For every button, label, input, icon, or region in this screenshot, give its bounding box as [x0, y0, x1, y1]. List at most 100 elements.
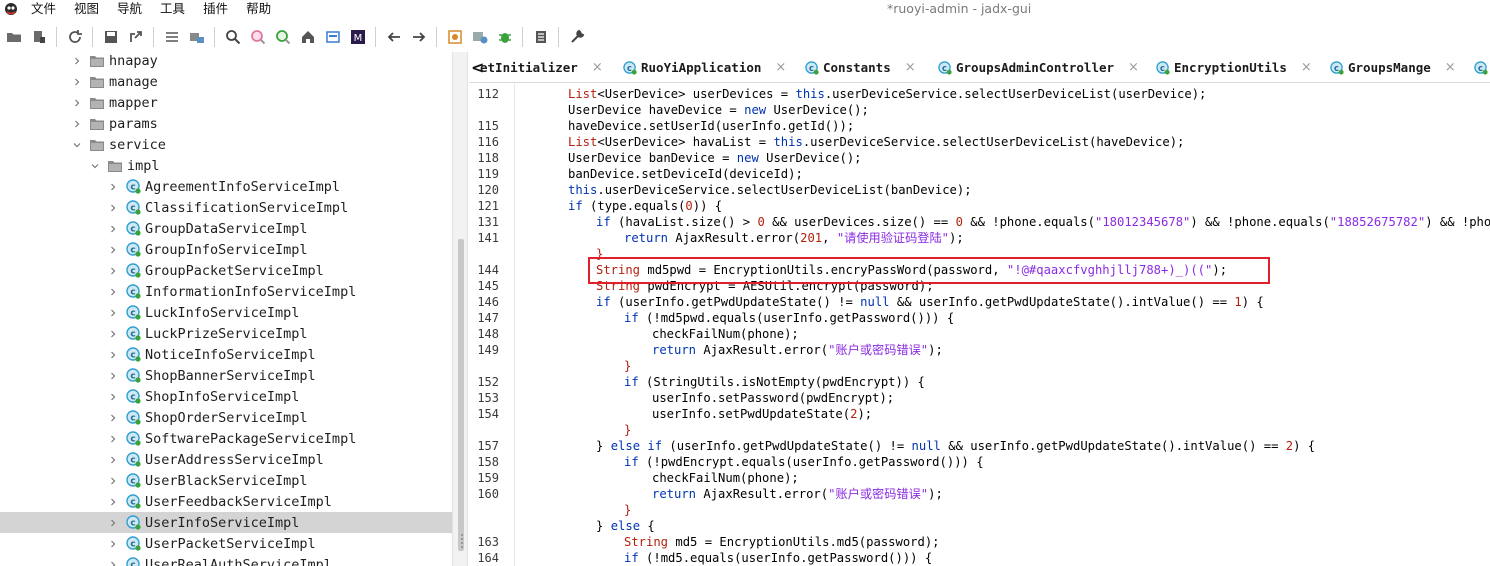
- chevron-down-icon[interactable]: [90, 161, 100, 171]
- tree-class-item[interactable]: c ShopInfoServiceImpl: [0, 386, 452, 407]
- code-editor[interactable]: 112 List<UserDevice> userDevices = this.u…: [469, 84, 1490, 566]
- tree-class-item[interactable]: c ShopBannerServiceImpl: [0, 365, 452, 386]
- find-usage-button[interactable]: [271, 25, 294, 49]
- editor-tab[interactable]: c GroupsMange ×: [1330, 52, 1456, 82]
- chevron-right-icon[interactable]: [108, 413, 118, 423]
- project-tree[interactable]: hnapay manage mapper params service impl c Agre…: [0, 52, 452, 566]
- menu-item-2[interactable]: 导航: [108, 0, 151, 17]
- code-line[interactable]: if (StringUtils.isNotEmpty(pwdEncrypt)) …: [624, 374, 925, 390]
- tab-close-icon[interactable]: ×: [1128, 60, 1139, 75]
- tree-class-item[interactable]: c UserBlackServiceImpl: [0, 470, 452, 491]
- code-line[interactable]: } else if (userInfo.getPwdUpdateState() …: [596, 438, 1315, 454]
- chevron-right-icon[interactable]: [108, 329, 118, 339]
- chevron-right-icon[interactable]: [108, 308, 118, 318]
- chevron-right-icon[interactable]: [72, 77, 82, 87]
- tree-class-item[interactable]: c ShopOrderServiceImpl: [0, 407, 452, 428]
- chevron-right-icon[interactable]: [108, 266, 118, 276]
- tree-class-item[interactable]: c GroupDataServiceImpl: [0, 218, 452, 239]
- tree-class-item[interactable]: c UserPacketServiceImpl: [0, 533, 452, 554]
- tree-package-mapper[interactable]: mapper: [0, 92, 452, 113]
- search-button[interactable]: [221, 25, 244, 49]
- tree-class-item[interactable]: c ClassificationServiceImpl: [0, 197, 452, 218]
- chevron-right-icon[interactable]: [108, 371, 118, 381]
- tree-class-item[interactable]: c GroupInfoServiceImpl: [0, 239, 452, 260]
- tree-class-item[interactable]: c AgreementInfoServiceImpl: [0, 176, 452, 197]
- code-line[interactable]: }: [624, 358, 631, 374]
- chevron-right-icon[interactable]: [72, 119, 82, 129]
- tree-class-item[interactable]: c LuckPrizeServiceImpl: [0, 323, 452, 344]
- tree-package-params[interactable]: params: [0, 113, 452, 134]
- menu-item-1[interactable]: 视图: [65, 0, 108, 17]
- split-handle[interactable]: [461, 534, 463, 548]
- code-line[interactable]: UserDevice haveDevice = new UserDevice()…: [568, 102, 869, 118]
- settings-button[interactable]: [565, 25, 588, 49]
- chevron-down-icon[interactable]: [72, 140, 82, 150]
- tree-class-item[interactable]: c SoftwarePackageServiceImpl: [0, 428, 452, 449]
- tree-scrollbar-thumb[interactable]: [458, 239, 464, 551]
- code-line[interactable]: List<UserDevice> havaList = this.userDev…: [568, 134, 1184, 150]
- chevron-right-icon[interactable]: [108, 539, 118, 549]
- chevron-right-icon[interactable]: [108, 203, 118, 213]
- sync-button[interactable]: [160, 25, 183, 49]
- code-line[interactable]: }: [624, 422, 631, 438]
- code-line[interactable]: UserDevice banDevice = new UserDevice();: [568, 150, 862, 166]
- code-line[interactable]: banDevice.setDeviceId(deviceId);: [568, 166, 803, 182]
- chevron-right-icon[interactable]: [108, 476, 118, 486]
- chevron-right-icon[interactable]: [72, 56, 82, 66]
- code-line[interactable]: haveDevice.setUserId(userInfo.getId());: [568, 118, 854, 134]
- quark-button[interactable]: [443, 25, 466, 49]
- chevron-right-icon[interactable]: [108, 497, 118, 507]
- tree-class-item[interactable]: c UserInfoServiceImpl: [0, 512, 452, 533]
- menu-item-5[interactable]: 帮助: [237, 0, 280, 17]
- editor-tab[interactable]: etInitializer ×: [480, 52, 603, 82]
- tab-close-icon[interactable]: ×: [1301, 60, 1312, 75]
- code-line[interactable]: if (!md5.equals(userInfo.getPassword()))…: [624, 550, 932, 566]
- open-button[interactable]: [2, 25, 25, 49]
- tree-package-hnapay[interactable]: hnapay: [0, 52, 452, 71]
- editor-tab[interactable]: c GroupsAdminController ×: [938, 52, 1139, 82]
- tree-package-service[interactable]: service: [0, 134, 452, 155]
- tree-class-item[interactable]: c UserRealAuthServiceImpl: [0, 554, 452, 566]
- chevron-right-icon[interactable]: [108, 560, 118, 566]
- tab-close-icon[interactable]: ×: [592, 60, 603, 75]
- tree-class-item[interactable]: c GroupPacketServiceImpl: [0, 260, 452, 281]
- reload-button[interactable]: [63, 25, 86, 49]
- tab-close-icon[interactable]: ×: [1445, 60, 1456, 75]
- chevron-right-icon[interactable]: [108, 518, 118, 528]
- tab-close-icon[interactable]: ×: [905, 60, 916, 75]
- editor-tab[interactable]: c: [1474, 52, 1490, 82]
- tree-package-manage[interactable]: manage: [0, 71, 452, 92]
- code-line[interactable]: List<UserDevice> userDevices = this.user…: [568, 86, 1206, 102]
- menu-item-4[interactable]: 插件: [194, 0, 237, 17]
- back-button[interactable]: [382, 25, 405, 49]
- code-line[interactable]: return AjaxResult.error("账户或密码错误");: [652, 486, 943, 502]
- code-line[interactable]: checkFailNum(phone);: [652, 326, 799, 342]
- menu-item-0[interactable]: 文件: [22, 0, 65, 17]
- tree-class-item[interactable]: c UserAddressServiceImpl: [0, 449, 452, 470]
- tree-class-item[interactable]: c NoticeInfoServiceImpl: [0, 344, 452, 365]
- chevron-right-icon[interactable]: [108, 287, 118, 297]
- code-line[interactable]: String md5pwd = EncryptionUtils.encryPas…: [596, 262, 1227, 278]
- flat-packages-button[interactable]: [185, 25, 208, 49]
- code-line[interactable]: if (!md5pwd.equals(userInfo.getPassword(…: [624, 310, 954, 326]
- code-line[interactable]: if (!pwdEncrypt.equals(userInfo.getPassw…: [624, 454, 984, 470]
- chevron-right-icon[interactable]: [108, 455, 118, 465]
- decompile-all-button[interactable]: [468, 25, 491, 49]
- code-line[interactable]: if (userInfo.getPwdUpdateState() != null…: [596, 294, 1264, 310]
- code-line[interactable]: }: [624, 502, 631, 518]
- code-line[interactable]: this.userDeviceService.selectUserDeviceL…: [568, 182, 972, 198]
- tree-class-item[interactable]: c UserFeedbackServiceImpl: [0, 491, 452, 512]
- tree-class-item[interactable]: c LuckInfoServiceImpl: [0, 302, 452, 323]
- chevron-right-icon[interactable]: [108, 182, 118, 192]
- chevron-right-icon[interactable]: [108, 245, 118, 255]
- editor-tab[interactable]: c EncryptionUtils ×: [1156, 52, 1312, 82]
- save-button[interactable]: [99, 25, 122, 49]
- code-line[interactable]: } else {: [596, 518, 655, 534]
- log-button[interactable]: [529, 25, 552, 49]
- debug-button[interactable]: [493, 25, 516, 49]
- home-button[interactable]: [296, 25, 319, 49]
- tab-close-icon[interactable]: ×: [775, 60, 786, 75]
- code-line[interactable]: String pwdEncrypt = AESUtil.encrypt(pass…: [596, 278, 934, 294]
- code-line[interactable]: if (havaList.size() > 0 && userDevices.s…: [596, 214, 1490, 230]
- deobf-button[interactable]: [321, 25, 344, 49]
